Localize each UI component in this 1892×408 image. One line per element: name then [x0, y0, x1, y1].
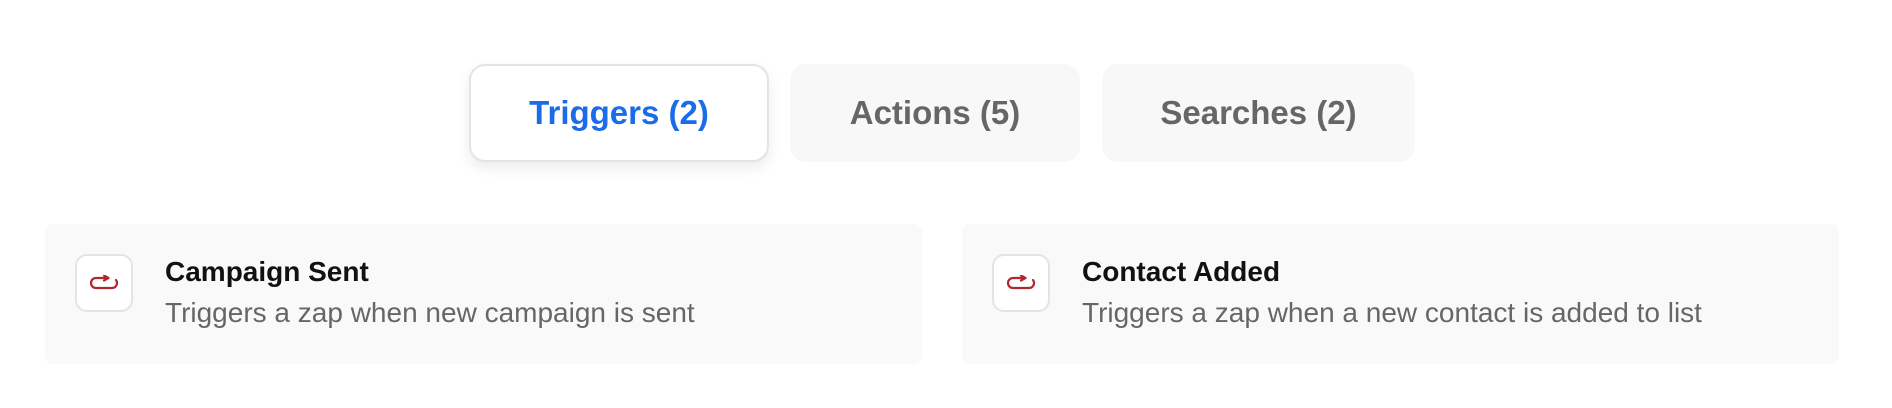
page: Triggers (2) Actions (5) Searches (2) Ca… [0, 0, 1892, 408]
trigger-list: Campaign Sent Triggers a zap when new ca… [0, 224, 1892, 364]
trigger-card-contact-added[interactable]: Contact Added Triggers a zap when a new … [962, 224, 1839, 364]
tab-actions-label: Actions (5) [849, 94, 1021, 131]
trigger-title: Campaign Sent [165, 256, 369, 287]
tab-searches-label: Searches (2) [1160, 94, 1357, 131]
tab-bar: Triggers (2) Actions (5) Searches (2) [0, 64, 1892, 164]
trigger-loop-icon [75, 254, 133, 312]
tab-actions[interactable]: Actions (5) [790, 64, 1080, 162]
tab-searches[interactable]: Searches (2) [1102, 64, 1415, 162]
trigger-loop-icon [992, 254, 1050, 312]
trigger-description: Triggers a zap when new campaign is sent [165, 297, 695, 328]
tab-triggers[interactable]: Triggers (2) [469, 64, 769, 162]
trigger-card-campaign-sent[interactable]: Campaign Sent Triggers a zap when new ca… [45, 224, 922, 364]
tab-triggers-label: Triggers (2) [529, 94, 709, 131]
trigger-description: Triggers a zap when a new contact is add… [1082, 297, 1702, 328]
trigger-title: Contact Added [1082, 256, 1281, 287]
